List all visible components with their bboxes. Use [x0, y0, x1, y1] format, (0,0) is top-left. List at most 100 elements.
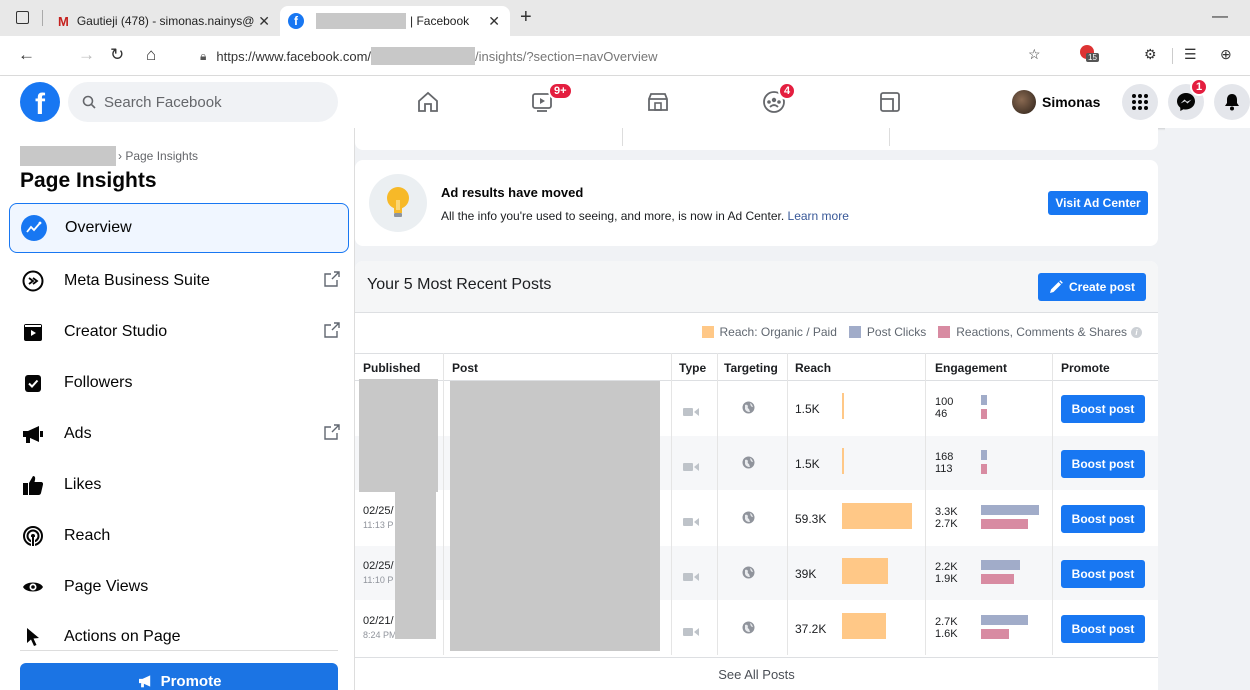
tab-separator — [42, 10, 43, 26]
boost-post-button[interactable]: Boost post — [1061, 505, 1145, 533]
column-type[interactable]: Type — [679, 361, 706, 375]
reach-value: 37.2K — [795, 622, 827, 636]
facebook-favicon-icon: f — [288, 13, 304, 29]
insights-sidebar: › Page Insights Page Insights Overview M… — [0, 128, 355, 690]
info-icon[interactable]: i — [1131, 326, 1142, 338]
sidebar-item-page-views[interactable]: Page Views — [9, 562, 349, 612]
ad-notice-text: All the info you're used to seeing, and … — [441, 209, 849, 223]
minimize-icon[interactable]: — — [1212, 8, 1228, 26]
browser-tab-facebook[interactable]: f | Facebook ✕ — [280, 6, 510, 36]
close-tab-icon[interactable]: ✕ — [488, 13, 500, 30]
facebook-logo-icon[interactable]: f — [20, 82, 60, 122]
divider — [622, 128, 623, 146]
column-targeting[interactable]: Targeting — [724, 361, 778, 375]
boost-post-button[interactable]: Boost post — [1061, 450, 1145, 478]
address-bar: ← → ↻ ⌂ 🔒︎ https://www.facebook.com/ /in… — [0, 36, 1250, 76]
legend-clicks: Post Clicks — [866, 325, 927, 339]
extension-icon[interactable]: 15 — [1080, 45, 1100, 65]
refresh-icon[interactable]: ↻ — [110, 45, 124, 65]
reach-bar — [842, 558, 888, 584]
search-icon — [82, 95, 96, 109]
menu-grid-button[interactable] — [1122, 84, 1158, 120]
back-icon[interactable]: ← — [18, 45, 35, 65]
posts-header: Your 5 Most Recent Posts Create post — [355, 261, 1158, 313]
sidebar-item-overview[interactable]: Overview — [9, 203, 349, 253]
sidebar-item-creator-studio[interactable]: Creator Studio — [9, 307, 349, 357]
reactions-value: 113 — [935, 463, 953, 475]
sidebar-item-actions-on-page[interactable]: Actions on Page — [9, 612, 349, 662]
sidebar-item-followers[interactable]: Followers — [9, 358, 349, 408]
sidebar-item-label: Creator Studio — [64, 323, 168, 340]
reach-value: 59.3K — [795, 512, 827, 526]
overview-icon — [16, 210, 52, 246]
reach-bar — [842, 393, 844, 419]
ad-notice-title: Ad results have moved — [441, 185, 584, 200]
column-post[interactable]: Post — [452, 361, 478, 375]
favorite-icon[interactable]: ☆ — [1028, 46, 1041, 63]
sidebar-item-likes[interactable]: Likes — [9, 460, 349, 510]
boost-post-button[interactable]: Boost post — [1061, 560, 1145, 588]
boost-post-button[interactable]: Boost post — [1061, 615, 1145, 643]
column-engagement[interactable]: Engagement — [935, 361, 1007, 375]
search-placeholder: Search Facebook — [104, 93, 222, 111]
promote-button[interactable]: Promote — [20, 663, 338, 690]
sidebar-item-meta-business-suite[interactable]: Meta Business Suite — [9, 256, 349, 306]
breadcrumb-text[interactable]: › Page Insights — [118, 149, 198, 163]
url-suffix: /insights/?section=navOverview — [475, 48, 658, 64]
visit-ad-center-button[interactable]: Visit Ad Center — [1048, 191, 1148, 215]
sidebar-item-label: Meta Business Suite — [64, 272, 210, 289]
extension-badge: 15 — [1086, 53, 1099, 62]
sidebar-item-ads[interactable]: Ads — [9, 409, 349, 459]
search-input[interactable]: Search Facebook — [68, 82, 338, 122]
sidebar-item-label: Ads — [64, 425, 92, 442]
profile-button[interactable]: Simonas — [1012, 86, 1100, 118]
see-all-posts-link[interactable]: See All Posts — [355, 657, 1158, 690]
browser-tab-gmail[interactable]: M Gautieji (478) - simonas.nainys@ ✕ — [50, 6, 280, 36]
profile-name: Simonas — [1042, 94, 1101, 110]
sidebar-item-label: Page Views — [64, 578, 149, 595]
tab-title: | Facebook — [410, 14, 470, 28]
groups-nav-icon[interactable]: 4 — [760, 82, 797, 116]
followers-icon — [15, 365, 51, 401]
post-clicks-value: 2.7K — [935, 616, 958, 628]
post-clicks-bar — [981, 450, 987, 460]
extensions-puzzle-icon[interactable]: ⚙ — [1144, 46, 1157, 63]
tab-actions-icon[interactable] — [16, 11, 29, 24]
home-icon[interactable]: ⌂ — [146, 45, 156, 65]
column-divider — [717, 353, 718, 655]
marketplace-nav-icon[interactable] — [644, 88, 672, 116]
home-nav-icon[interactable] — [414, 88, 442, 116]
chart-legend: Reach: Organic / Paid Post Clicks Reacti… — [690, 325, 1142, 339]
column-promote[interactable]: Promote — [1061, 361, 1110, 375]
learn-more-link[interactable]: Learn more — [788, 209, 849, 223]
column-published[interactable]: Published — [363, 361, 420, 375]
forward-icon[interactable]: → — [78, 45, 95, 65]
url-field[interactable]: 🔒︎ https://www.facebook.com/ /insights/?… — [200, 44, 657, 68]
column-reach[interactable]: Reach — [795, 361, 831, 375]
notifications-button[interactable] — [1214, 84, 1250, 120]
post-clicks-value: 2.2K — [935, 561, 958, 573]
browser-tab-bar: M Gautieji (478) - simonas.nainys@ ✕ f |… — [0, 0, 1250, 36]
close-tab-icon[interactable]: ✕ — [258, 13, 270, 30]
reach-value: 1.5K — [795, 402, 820, 416]
boost-post-button[interactable]: Boost post — [1061, 395, 1145, 423]
groups-badge: 4 — [778, 82, 797, 100]
favorites-icon[interactable]: ☰ — [1184, 46, 1197, 63]
published-time: 8:24 PM — [363, 630, 397, 640]
new-tab-icon[interactable]: + — [520, 6, 532, 29]
watch-nav-icon[interactable]: 9+ — [528, 82, 573, 116]
reactions-bar — [981, 629, 1009, 639]
collections-icon[interactable]: ⊕ — [1220, 46, 1232, 63]
create-post-button[interactable]: Create post — [1038, 273, 1146, 301]
post-clicks-value: 100 — [935, 396, 954, 408]
sidebar-item-label: Reach — [64, 527, 111, 544]
gaming-nav-icon[interactable] — [876, 88, 904, 116]
reach-bar — [842, 448, 844, 474]
sidebar-item-reach[interactable]: Reach — [9, 511, 349, 561]
messenger-button[interactable]: 1 — [1168, 78, 1208, 120]
right-gutter — [1165, 128, 1250, 690]
redacted-block — [371, 47, 476, 65]
video-icon — [683, 514, 699, 532]
reactions-bar — [981, 409, 987, 419]
reactions-bar — [981, 464, 987, 474]
